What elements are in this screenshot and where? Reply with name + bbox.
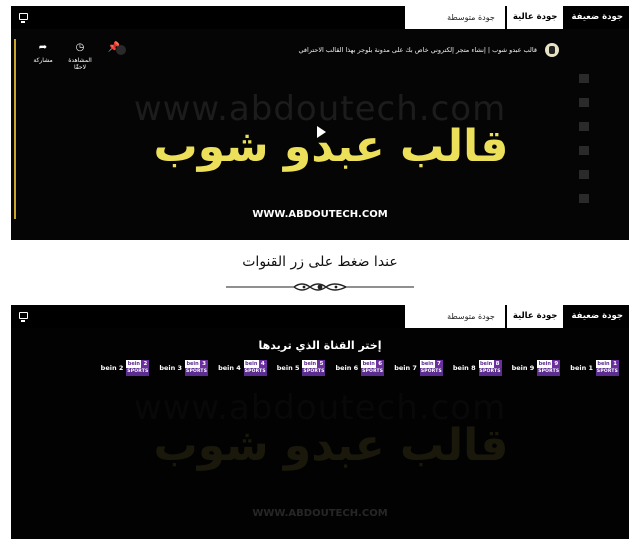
channel-button[interactable]: bein 2 SPORTS bein 2 bbox=[101, 360, 150, 376]
tab-high-quality[interactable]: جودة عالية bbox=[504, 305, 564, 328]
caption-text: عندا ضغط على زر القنوات bbox=[242, 254, 398, 270]
tab-high-quality[interactable]: جودة عالية bbox=[504, 6, 564, 29]
monitor-icon[interactable] bbox=[19, 312, 28, 322]
channel-button[interactable]: bein 6 SPORTS bein 6 bbox=[335, 360, 385, 376]
channel-button[interactable]: bein 5 SPORTS bein 5 bbox=[277, 360, 326, 376]
play-icon[interactable] bbox=[317, 126, 326, 138]
quality-tabbar: جودة ضعيفة جودة عالية جودة متوسطة bbox=[11, 6, 629, 29]
channel-name: bein 7 bbox=[394, 364, 417, 372]
video-player-1: جودة ضعيفة جودة عالية جودة متوسطة www.ab… bbox=[11, 6, 629, 240]
bein-logo-icon: bein 6 SPORTS bbox=[361, 360, 385, 376]
channel-name: bein 1 bbox=[570, 364, 593, 372]
clock-icon: ◷ bbox=[75, 42, 85, 53]
chooser-title: إختر القناة الذي تريدها bbox=[258, 339, 382, 352]
channel-button[interactable]: bein 3 SPORTS bein 3 bbox=[159, 360, 209, 376]
accent-line bbox=[14, 39, 16, 219]
ornament-divider bbox=[226, 283, 414, 291]
bein-logo-icon: bein 8 SPORTS bbox=[478, 360, 502, 376]
tab-medium-quality[interactable]: جودة متوسطة bbox=[403, 305, 505, 328]
bein-logo-icon: bein 2 SPORTS bbox=[126, 360, 150, 376]
share-icon: ➦ bbox=[38, 42, 48, 53]
bein-logo-icon: bein 5 SPORTS bbox=[302, 360, 326, 376]
share-button[interactable]: ➦ مشاركة bbox=[26, 42, 60, 64]
bein-logo-icon: bein 4 SPORTS bbox=[243, 360, 267, 376]
channel-button[interactable]: bein 9 SPORTS bein 9 bbox=[512, 360, 561, 376]
share-label: مشاركة bbox=[33, 57, 53, 64]
video-site-text: WWW.ABDOUTECH.COM bbox=[252, 209, 388, 220]
tab-medium-quality[interactable]: جودة متوسطة bbox=[403, 6, 505, 29]
video-side-icons bbox=[579, 74, 619, 218]
bein-logo-icon: bein 3 SPORTS bbox=[185, 360, 209, 376]
bein-logo-icon: bein 1 SPORTS bbox=[596, 360, 619, 376]
pin-button[interactable]: 📌 bbox=[97, 42, 131, 57]
video-title[interactable]: قالب عبدو شوب | إنشاء متجر إلكتروني خاص … bbox=[298, 46, 537, 54]
monitor-icon[interactable] bbox=[19, 13, 28, 23]
channel-name: bein 3 bbox=[159, 364, 183, 372]
tab-low-quality[interactable]: جودة ضعيفة bbox=[563, 305, 629, 328]
channel-name: bein 2 bbox=[100, 364, 124, 372]
channel-list: bein 1 SPORTS bein 1 bein 9 SPORTS bein 9 be… bbox=[101, 360, 619, 376]
bein-logo-icon: bein 7 SPORTS bbox=[419, 360, 443, 376]
channel-button[interactable]: bein 7 SPORTS bein 7 bbox=[394, 360, 443, 376]
video-frame[interactable]: www.abdoutech.com قالب عبدو شوب WWW.ABDO… bbox=[11, 29, 629, 240]
tab-low-quality[interactable]: جودة ضعيفة bbox=[563, 6, 629, 29]
watch-later-button[interactable]: ◷ المشاهدة لاحقًا bbox=[63, 42, 97, 71]
quality-tabbar: جودة ضعيفة جودة عالية جودة متوسطة bbox=[11, 305, 629, 328]
channel-name: bein 4 bbox=[218, 364, 241, 372]
bein-logo-icon: bein 9 SPORTS bbox=[537, 360, 561, 376]
video-player-2: جودة ضعيفة جودة عالية جودة متوسطة www.ab… bbox=[11, 305, 629, 539]
watch-later-label: المشاهدة لاحقًا bbox=[68, 57, 92, 71]
channel-button[interactable]: bein 4 SPORTS bein 4 bbox=[218, 360, 267, 376]
video-frame: www.abdoutech.com قالب عبدو شوب WWW.ABDO… bbox=[11, 328, 629, 539]
channel-name: bein 6 bbox=[335, 364, 359, 372]
video-logo-text: قالب عبدو شوب bbox=[153, 121, 509, 172]
channel-name: bein 8 bbox=[452, 364, 476, 372]
channel-name: bein 5 bbox=[276, 364, 300, 372]
channel-button[interactable]: bein 1 SPORTS bein 1 bbox=[570, 360, 619, 376]
channel-name: bein 9 bbox=[511, 364, 535, 372]
pin-icon: 📌 bbox=[107, 42, 121, 53]
channel-button[interactable]: bein 8 SPORTS bein 8 bbox=[453, 360, 502, 376]
channel-avatar[interactable] bbox=[545, 43, 559, 57]
